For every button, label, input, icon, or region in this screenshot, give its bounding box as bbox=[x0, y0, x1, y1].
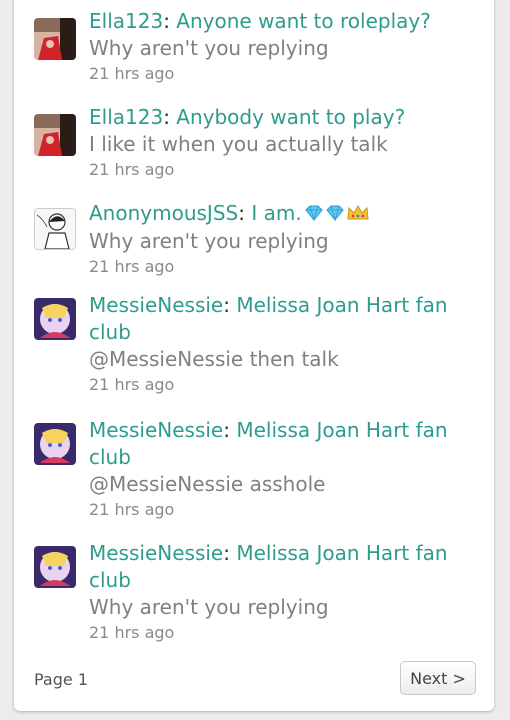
ella-avatar-icon[interactable] bbox=[34, 18, 76, 60]
message-text: @MessieNessie then talk bbox=[89, 347, 339, 371]
message-text: Why aren't you replying bbox=[89, 595, 329, 619]
message-text: I like it when you actually talk bbox=[89, 132, 388, 156]
author-link[interactable]: Ella123 bbox=[89, 105, 163, 129]
author-link[interactable]: MessieNessie bbox=[89, 418, 223, 442]
separator: : bbox=[223, 293, 237, 317]
author-link[interactable]: MessieNessie bbox=[89, 541, 223, 565]
message-text: Why aren't you replying bbox=[89, 36, 329, 60]
timestamp: 21 hrs ago bbox=[89, 623, 175, 642]
feed-card: Ella123: Anyone want to roleplay? Why ar… bbox=[14, 0, 494, 711]
timestamp: 21 hrs ago bbox=[89, 500, 175, 519]
messie-avatar-icon[interactable] bbox=[34, 546, 76, 588]
separator: : bbox=[163, 105, 177, 129]
timestamp: 21 hrs ago bbox=[89, 257, 175, 276]
thread-title-link[interactable]: I am. bbox=[251, 201, 301, 225]
diamond-icon bbox=[326, 201, 344, 228]
separator: : bbox=[223, 418, 237, 442]
thread-title-link[interactable]: Anybody want to play? bbox=[176, 105, 405, 129]
timestamp: 21 hrs ago bbox=[89, 375, 175, 394]
timestamp: 21 hrs ago bbox=[89, 160, 175, 179]
timestamp: 21 hrs ago bbox=[89, 64, 175, 83]
ella-avatar-icon[interactable] bbox=[34, 114, 76, 156]
separator: : bbox=[223, 541, 237, 565]
diamond-icon bbox=[305, 201, 323, 228]
anonymous-avatar-icon[interactable] bbox=[34, 208, 76, 250]
separator: : bbox=[238, 201, 252, 225]
next-page-button[interactable]: Next > bbox=[400, 661, 476, 695]
crown-icon bbox=[347, 201, 369, 228]
author-link[interactable]: Ella123 bbox=[89, 9, 163, 33]
message-text: Why aren't you replying bbox=[89, 229, 329, 253]
author-link[interactable]: AnonymousJSS bbox=[89, 201, 238, 225]
page-indicator: Page 1 bbox=[34, 670, 88, 689]
messie-avatar-icon[interactable] bbox=[34, 423, 76, 465]
author-link[interactable]: MessieNessie bbox=[89, 293, 223, 317]
message-text: @MessieNessie asshole bbox=[89, 472, 326, 496]
separator: : bbox=[163, 9, 177, 33]
thread-title-link[interactable]: Anyone want to roleplay? bbox=[176, 9, 431, 33]
messie-avatar-icon[interactable] bbox=[34, 298, 76, 340]
